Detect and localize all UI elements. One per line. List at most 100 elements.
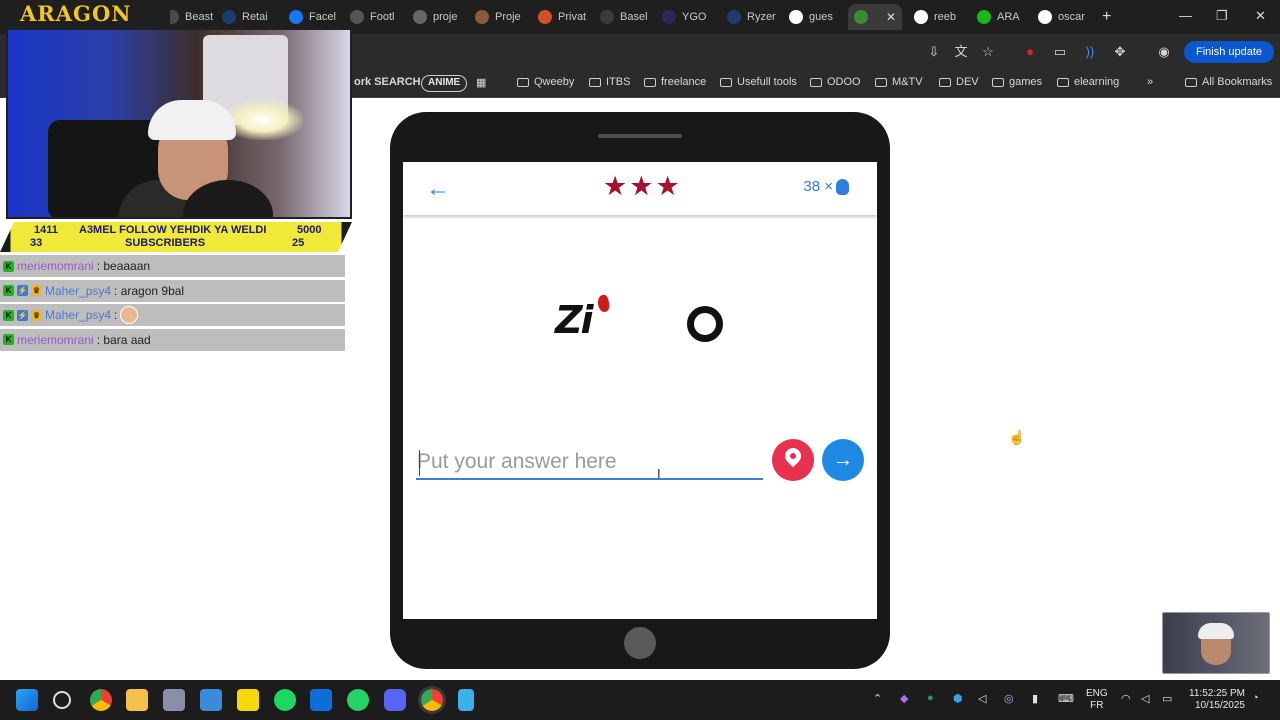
bookmark-folder-itbs[interactable]: ITBS	[589, 76, 630, 88]
extension-red-icon[interactable]: ●	[1022, 44, 1038, 60]
close-tab-icon[interactable]: ✕	[886, 10, 896, 24]
bookmark-folder-games[interactable]: games	[992, 76, 1042, 88]
hint-button[interactable]	[772, 439, 814, 481]
file-explorer-icon[interactable]	[126, 689, 148, 711]
sticky-notes-icon[interactable]	[237, 689, 259, 711]
maximize-icon[interactable]: ❐	[1216, 8, 1228, 24]
steam-icon[interactable]: ◎	[1004, 692, 1014, 705]
defender-icon[interactable]: ⬢	[953, 692, 963, 705]
bookmark-folder-dev[interactable]: DEV	[939, 76, 979, 88]
close-window-icon[interactable]: ✕	[1255, 8, 1266, 24]
bookmarks-overflow-icon[interactable]: »	[1147, 76, 1153, 88]
keyboard-icon[interactable]: ⌨	[1058, 692, 1074, 705]
browser-tab[interactable]: Privat	[538, 6, 586, 28]
star-icon: ★	[629, 171, 654, 201]
lightbulb-icon	[836, 178, 849, 195]
back-arrow-icon[interactable]: ←	[423, 174, 453, 204]
outlook-icon[interactable]	[310, 689, 332, 711]
chat-text: : beaaaan	[96, 259, 151, 273]
bookmark-label: Qweeby	[534, 76, 575, 88]
answer-input[interactable]	[416, 446, 763, 480]
tab-title: Facel	[309, 11, 336, 23]
new-tab-button[interactable]: +	[1102, 8, 1111, 26]
bookmark-label: ODOO	[827, 76, 861, 88]
extension-window-icon[interactable]: ▭	[1052, 44, 1068, 60]
photos-icon[interactable]	[200, 689, 222, 711]
discord-icon[interactable]	[384, 689, 406, 711]
tray-app-icon[interactable]: ●	[927, 692, 934, 704]
browser-tab[interactable]: YGO	[662, 6, 706, 28]
notepad-icon[interactable]	[458, 689, 474, 711]
search-icon[interactable]	[53, 691, 71, 709]
bookmark-folder-mtv[interactable]: M&TV	[875, 76, 923, 88]
streamer-brand-logo: ARAGON	[0, 0, 170, 28]
sub-count: 33	[30, 237, 43, 249]
browser-tab[interactable]: gues	[789, 6, 833, 28]
browser-tab[interactable]: Beast	[165, 6, 213, 28]
bookmark-folder-elearning[interactable]: elearning	[1057, 76, 1119, 88]
tab-title: Ryzer	[747, 11, 776, 23]
folder-icon	[720, 77, 732, 87]
bookmark-anime[interactable]: ANIME	[421, 75, 468, 92]
bookmarks-apps-icon[interactable]: ▦	[476, 76, 486, 89]
bookmark-label: elearning	[1074, 76, 1120, 88]
tab-favicon-icon	[854, 10, 868, 24]
minimize-icon[interactable]: —	[1179, 8, 1192, 23]
browser-tab[interactable]: reeb	[914, 6, 956, 28]
browser-tab[interactable]: Ryzer	[727, 6, 776, 28]
stream-stats-banner: 1411 A3MEL FOLLOW YEHDIK YA WELDI 5000 3…	[0, 222, 352, 252]
notifications-icon[interactable]: ◔	[1252, 692, 1259, 704]
phone-speaker	[598, 134, 682, 138]
chrome-icon[interactable]	[90, 689, 112, 711]
game-app-bar: ← ★ ★ ★ 38 ×	[403, 162, 877, 215]
browser-tab[interactable]: proje	[413, 6, 457, 28]
browser-tab[interactable]: Footl	[350, 6, 394, 28]
submit-answer-button[interactable]: →	[822, 439, 864, 481]
finish-update-button[interactable]: Finish update	[1184, 41, 1275, 63]
browser-tab[interactable]: Retai	[222, 6, 268, 28]
bookmark-folder-qweeby[interactable]: Qweeby	[517, 76, 574, 88]
browser-tab[interactable]: ARA	[977, 6, 1020, 28]
windows-start-icon[interactable]	[16, 689, 38, 711]
tray-app-icon[interactable]: ◆	[900, 692, 908, 705]
bookmark-work-search[interactable]: ork SEARCH	[354, 76, 421, 88]
extension-audio-icon[interactable]: ))	[1082, 44, 1098, 60]
tab-favicon-icon	[222, 10, 236, 24]
whatsapp-icon[interactable]	[347, 689, 369, 711]
tab-title: Beast	[185, 11, 214, 23]
language-indicator[interactable]: ENG FR	[1086, 688, 1108, 712]
bookmark-folder-usefull-tools[interactable]: Usefull tools	[720, 76, 797, 88]
tray-overflow-icon[interactable]: ⌃	[873, 692, 882, 705]
folder-icon	[810, 77, 822, 87]
system-clock[interactable]: 11:52:25 PM 10/15/2025	[1185, 688, 1245, 712]
profile-avatar-icon[interactable]: ◉	[1156, 44, 1172, 60]
extensions-puzzle-icon[interactable]: ✥	[1112, 44, 1128, 60]
microphone-tray-icon[interactable]: ▮	[1032, 692, 1038, 705]
browser-tab[interactable]: Proje	[475, 6, 521, 28]
volume-icon[interactable]: ◁	[1141, 692, 1149, 705]
folder-icon	[644, 77, 656, 87]
hints-counter[interactable]: 38 ×	[803, 178, 849, 195]
speaker-tray-icon[interactable]: ◁	[978, 692, 986, 705]
phone-home-button[interactable]	[624, 627, 656, 659]
follow-text: A3MEL FOLLOW YEHDIK YA WELDI	[79, 224, 267, 236]
snipping-tool-icon[interactable]	[163, 689, 185, 711]
tab-title: Footl	[370, 11, 395, 23]
bookmark-star-icon[interactable]: ☆	[980, 44, 996, 60]
chrome-active-icon[interactable]	[421, 689, 443, 711]
spotify-icon[interactable]	[274, 689, 296, 711]
browser-tab[interactable]: Facel	[289, 6, 336, 28]
bookmark-folder-odoo[interactable]: ODOO	[810, 76, 861, 88]
install-app-icon[interactable]: ⇩	[926, 44, 942, 60]
chat-overlay: K meriemomrani : beaaaan K ⚡ ♛ Maher_psy…	[0, 255, 345, 353]
tab-favicon-icon	[977, 10, 991, 24]
all-bookmarks-button[interactable]: All Bookmarks	[1185, 76, 1272, 88]
bookmark-folder-freelance[interactable]: freelance	[644, 76, 706, 88]
browser-tab[interactable]: oscar	[1038, 6, 1085, 28]
phone-frame: ← ★ ★ ★ 38 × Zi →	[390, 112, 890, 669]
browser-tab[interactable]: ✕	[848, 4, 903, 30]
browser-tab[interactable]: Basel	[600, 6, 648, 28]
translate-icon[interactable]: 文	[953, 44, 969, 60]
battery-icon[interactable]: ▭	[1162, 692, 1172, 705]
wifi-icon[interactable]: ◠	[1121, 692, 1131, 705]
